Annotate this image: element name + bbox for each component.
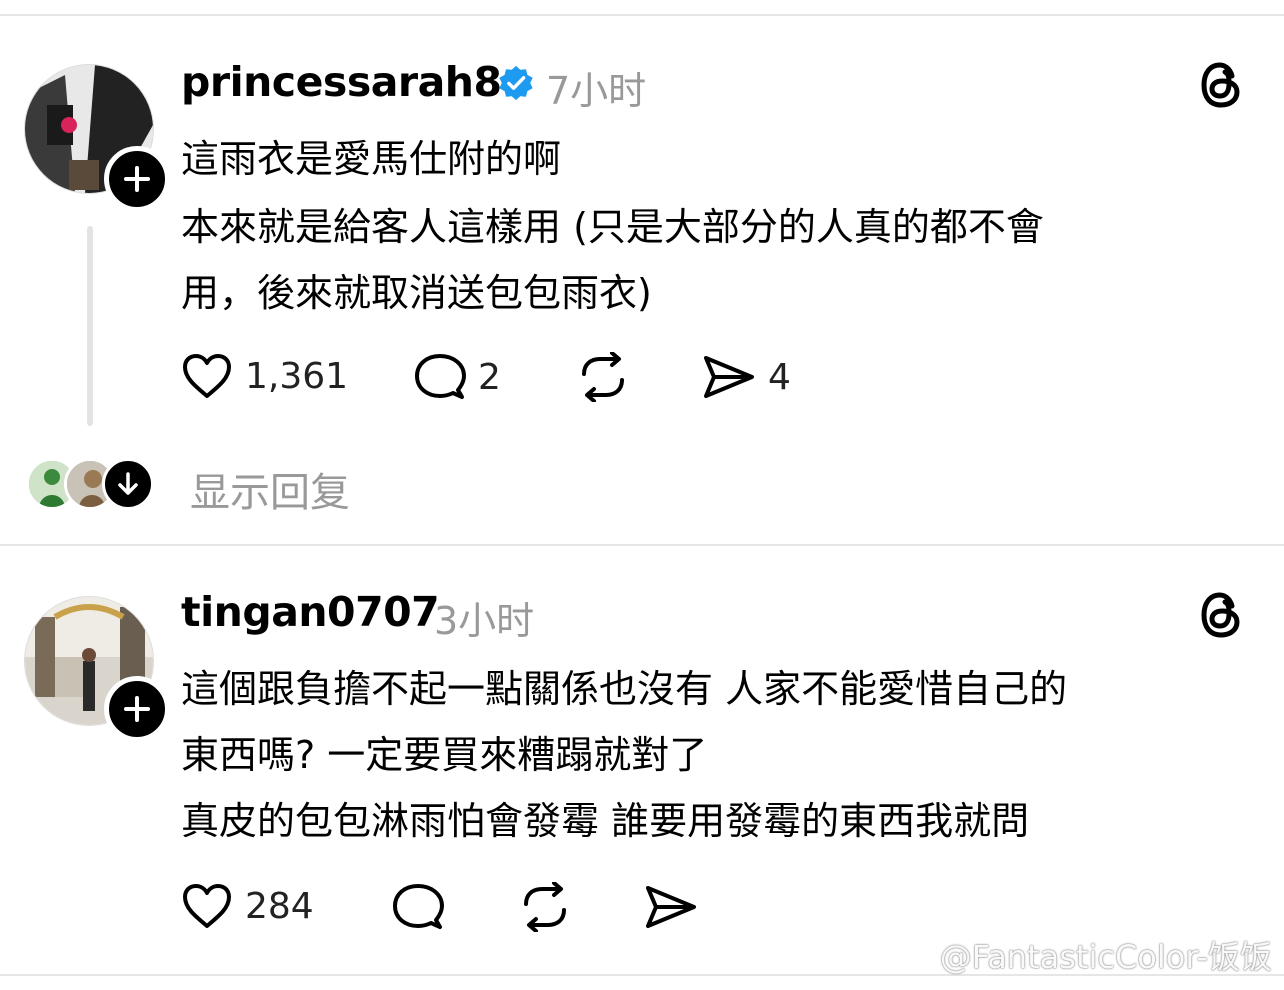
weibo-logo-icon: [891, 939, 932, 972]
repost-button[interactable]: [518, 882, 572, 932]
post-text-line: 真皮的包包淋雨怕會發霉 誰要用發霉的東西我就問: [181, 799, 1030, 843]
send-icon: [646, 886, 696, 928]
post-text-line: 東西嗎? 一定要買來糟蹋就對了: [181, 733, 708, 777]
like-button[interactable]: 284: [181, 882, 314, 930]
username[interactable]: tingan0707: [181, 588, 440, 636]
heart-icon: [183, 884, 231, 928]
share-button[interactable]: [644, 882, 698, 932]
post-2: tingan0707 3小时 這個跟負擔不起一點關係也沒有 人家不能愛惜自己的 …: [0, 0, 1284, 990]
post-text-line: 這個跟負擔不起一點關係也沒有 人家不能愛惜自己的: [181, 667, 1068, 711]
watermark: @FantasticColor-饭饭: [890, 932, 1272, 978]
comment-button[interactable]: [392, 882, 444, 932]
threads-logo-icon[interactable]: [1196, 588, 1246, 642]
comment-icon: [393, 884, 444, 929]
post-time: 3小时: [434, 599, 535, 643]
repost-icon: [524, 882, 566, 932]
like-count: 284: [245, 885, 314, 927]
follow-plus-icon[interactable]: [104, 676, 170, 742]
watermark-text: @FantasticColor-饭饭: [939, 938, 1272, 976]
